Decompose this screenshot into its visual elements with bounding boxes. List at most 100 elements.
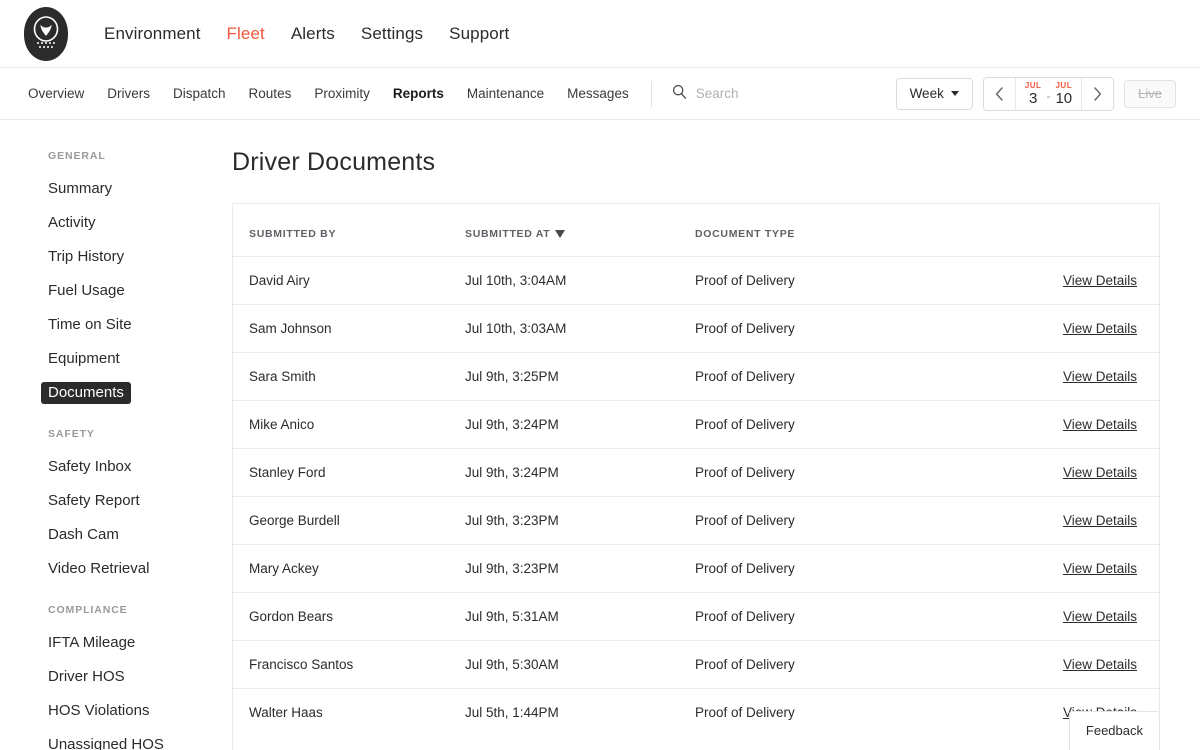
subnav-proximity[interactable]: Proximity bbox=[314, 86, 370, 101]
view-details-link[interactable]: View Details bbox=[1063, 609, 1137, 624]
cell-submitted-by: Francisco Santos bbox=[233, 640, 465, 689]
brand-nav-fleet[interactable]: Fleet bbox=[227, 24, 265, 44]
search-input[interactable] bbox=[695, 86, 876, 101]
table-header-row: SUBMITTED BY SUBMITTED AT DOCUMENT TYPE bbox=[233, 204, 1159, 257]
cell-document-type: Proof of Delivery bbox=[695, 705, 795, 720]
page-title: Driver Documents bbox=[232, 148, 436, 176]
sidebar-item-unassigned-hos[interactable]: Unassigned HOS bbox=[0, 728, 232, 750]
brand-nav-alerts[interactable]: Alerts bbox=[291, 24, 335, 44]
view-details-link[interactable]: View Details bbox=[1063, 321, 1137, 336]
table-row: Francisco Santos Jul 9th, 5:30AM Proof of … bbox=[233, 640, 1159, 689]
cell-submitted-at: Jul 9th, 3:23PM bbox=[465, 496, 695, 545]
main-content: Driver Documents SUBMITTED BY SUBMITTED … bbox=[232, 120, 1200, 750]
feedback-button[interactable]: Feedback bbox=[1068, 711, 1160, 750]
sidebar-group-title-compliance: COMPLIANCE bbox=[48, 604, 128, 616]
date-range-start: JUL 3 bbox=[1024, 80, 1042, 107]
owl-logo-icon[interactable] bbox=[24, 6, 68, 61]
view-details-link[interactable]: View Details bbox=[1063, 465, 1137, 480]
cell-submitted-by: Stanley Ford bbox=[233, 448, 465, 497]
brand-nav-settings[interactable]: Settings bbox=[361, 24, 423, 44]
subnav-messages[interactable]: Messages bbox=[567, 86, 629, 101]
brand-nav-environment[interactable]: Environment bbox=[104, 24, 201, 44]
sidebar-item-ifta-mileage[interactable]: IFTA Mileage bbox=[0, 626, 232, 660]
table-row: George Burdell Jul 9th, 3:23PM Proof of De… bbox=[233, 496, 1159, 545]
reports-sidebar: GENERAL Summary Activity Trip History Fu… bbox=[0, 120, 232, 750]
sidebar-group-general: GENERAL Summary Activity Trip History Fu… bbox=[0, 150, 232, 410]
date-range-picker: JUL 3 - JUL 10 bbox=[982, 76, 1115, 111]
cell-submitted-at: Jul 9th, 3:23PM bbox=[465, 544, 695, 593]
view-details-link[interactable]: View Details bbox=[1063, 273, 1137, 288]
range-selector-button[interactable]: Week bbox=[895, 77, 973, 110]
cell-submitted-by: David Airy bbox=[233, 256, 465, 305]
view-details-link[interactable]: View Details bbox=[1063, 369, 1137, 384]
page-body: GENERAL Summary Activity Trip History Fu… bbox=[0, 120, 1200, 750]
table-head: SUBMITTED BY SUBMITTED AT DOCUMENT TYPE bbox=[233, 204, 1159, 257]
subnav-dispatch[interactable]: Dispatch bbox=[173, 86, 226, 101]
sidebar-item-fuel-usage[interactable]: Fuel Usage bbox=[0, 274, 232, 308]
cell-submitted-at: Jul 5th, 1:44PM bbox=[465, 705, 559, 720]
sidebar-item-label: HOS Violations bbox=[48, 702, 150, 719]
cell-actions: View Details bbox=[1029, 640, 1159, 689]
subnav-routes[interactable]: Routes bbox=[249, 86, 292, 101]
sidebar-item-label: Driver HOS bbox=[48, 668, 125, 685]
cell-actions: View Details bbox=[1029, 352, 1159, 401]
sidebar-item-equipment[interactable]: Equipment bbox=[0, 342, 232, 376]
sidebar-item-label: Documents bbox=[41, 382, 131, 404]
sidebar-item-label: Fuel Usage bbox=[48, 282, 125, 299]
end-month-label: JUL bbox=[1055, 80, 1073, 90]
chevron-down-icon bbox=[950, 91, 959, 96]
table-row: Walter Haas Jul 5th, 1:44PM Proof of Deliv… bbox=[233, 689, 1159, 737]
sidebar-item-documents[interactable]: Documents bbox=[0, 376, 232, 410]
subnav-drivers[interactable]: Drivers bbox=[107, 86, 150, 101]
cell-document-type: Proof of Delivery bbox=[695, 352, 1029, 401]
column-header-submitted-at[interactable]: SUBMITTED AT bbox=[465, 204, 695, 257]
cell-submitted-by: Mary Ackey bbox=[233, 544, 465, 593]
subnav-overview[interactable]: Overview bbox=[28, 86, 84, 101]
cell-actions: View Details bbox=[1029, 592, 1159, 641]
sidebar-group-compliance: COMPLIANCE IFTA Mileage Driver HOS HOS V… bbox=[0, 604, 232, 750]
sidebar-group-title-general: GENERAL bbox=[48, 150, 106, 162]
column-header-submitted-by[interactable]: SUBMITTED BY bbox=[233, 204, 465, 257]
sidebar-item-safety-report[interactable]: Safety Report bbox=[0, 484, 232, 518]
column-header-submitted-at-label: SUBMITTED AT bbox=[465, 228, 551, 240]
sidebar-item-driver-hos[interactable]: Driver HOS bbox=[0, 660, 232, 694]
cell-submitted-by: Sam Johnson bbox=[233, 304, 465, 353]
prev-period-button[interactable] bbox=[983, 77, 1016, 110]
sidebar-item-label: Safety Report bbox=[48, 492, 140, 509]
start-month-label: JUL bbox=[1024, 80, 1042, 90]
subnav-reports[interactable]: Reports bbox=[393, 86, 444, 101]
view-details-link[interactable]: View Details bbox=[1063, 657, 1137, 672]
brand-nav-support[interactable]: Support bbox=[449, 24, 509, 44]
sidebar-item-video-retrieval[interactable]: Video Retrieval bbox=[0, 552, 232, 586]
cell-document-type: Proof of Delivery bbox=[695, 304, 1029, 353]
sidebar-item-label: Equipment bbox=[48, 350, 120, 367]
date-range-values[interactable]: JUL 3 - JUL 10 bbox=[1016, 78, 1081, 110]
sidebar-item-hos-violations[interactable]: HOS Violations bbox=[0, 694, 232, 728]
table-row: Sam Johnson Jul 10th, 3:03AM Proof of Deli… bbox=[233, 304, 1159, 353]
sidebar-item-summary[interactable]: Summary bbox=[0, 172, 232, 206]
cell-actions: View Details bbox=[1029, 304, 1159, 353]
documents-table-card: SUBMITTED BY SUBMITTED AT DOCUMENT TYPE … bbox=[232, 203, 1160, 750]
next-period-button[interactable] bbox=[1081, 77, 1114, 110]
sidebar-item-dash-cam[interactable]: Dash Cam bbox=[0, 518, 232, 552]
view-details-link[interactable]: View Details bbox=[1063, 417, 1137, 432]
search-box[interactable] bbox=[650, 80, 876, 107]
cell-document-type: Proof of Delivery bbox=[695, 544, 1029, 593]
view-details-link[interactable]: View Details bbox=[1063, 513, 1137, 528]
live-button[interactable]: Live bbox=[1124, 79, 1176, 108]
start-day-label: 3 bbox=[1028, 89, 1038, 107]
column-header-document-type[interactable]: DOCUMENT TYPE bbox=[695, 204, 1029, 257]
view-details-link[interactable]: View Details bbox=[1063, 561, 1137, 576]
sidebar-item-label: IFTA Mileage bbox=[48, 634, 136, 651]
sidebar-item-activity[interactable]: Activity bbox=[0, 206, 232, 240]
sidebar-item-time-on-site[interactable]: Time on Site bbox=[0, 308, 232, 342]
end-day-label: 10 bbox=[1055, 89, 1073, 107]
table-row: David Airy Jul 10th, 3:04AM Proof of Deliv… bbox=[233, 256, 1159, 305]
sidebar-item-trip-history[interactable]: Trip History bbox=[0, 240, 232, 274]
cell-submitted-by: Gordon Bears bbox=[233, 592, 465, 641]
documents-table: SUBMITTED BY SUBMITTED AT DOCUMENT TYPE … bbox=[233, 204, 1159, 736]
cell-submitted-by: Mike Anico bbox=[233, 400, 465, 449]
subnav-maintenance[interactable]: Maintenance bbox=[467, 86, 544, 101]
sidebar-item-safety-inbox[interactable]: Safety Inbox bbox=[0, 450, 232, 484]
cell-actions: View Details bbox=[1029, 256, 1159, 305]
